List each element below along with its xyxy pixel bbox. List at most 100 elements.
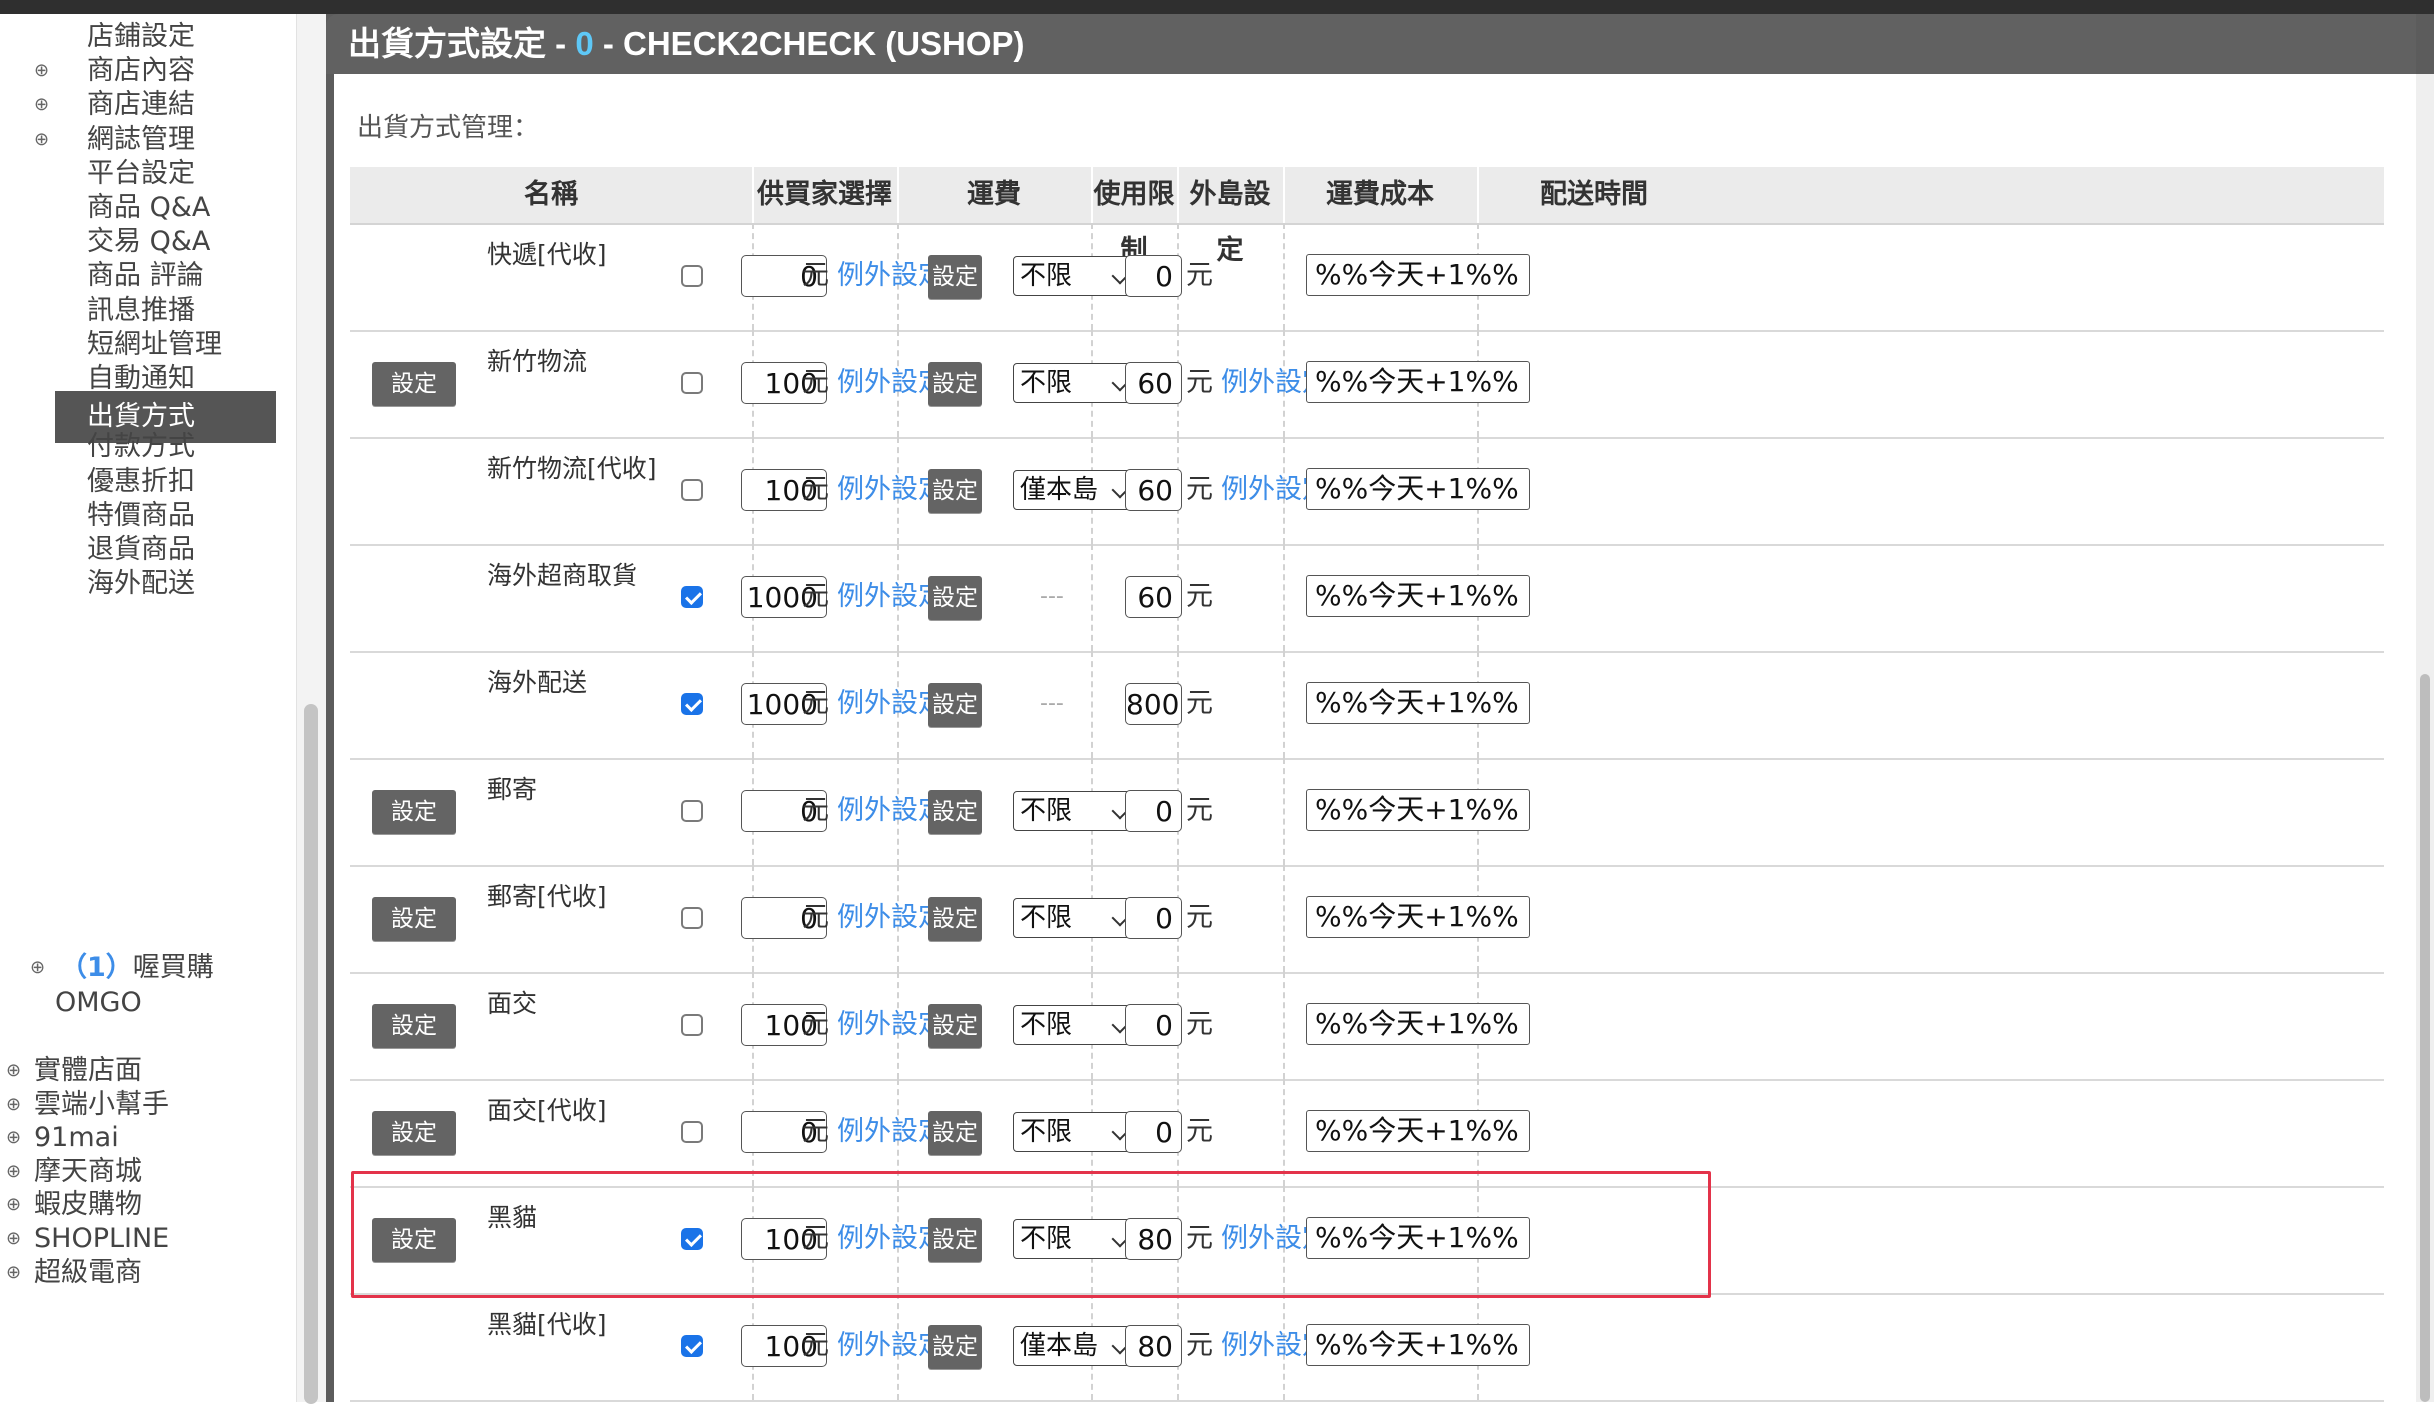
- island-setting-value: 不限: [1020, 1117, 1073, 1147]
- sidebar-item[interactable]: 商店連結: [87, 89, 195, 121]
- shipping-cost-input[interactable]: 0: [1125, 1004, 1182, 1046]
- page-title-suffix: - CHECK2CHECK (USHOP): [593, 25, 1025, 62]
- island-setting-select[interactable]: 僅本島: [1013, 470, 1135, 510]
- delivery-time-input[interactable]: %%今天+1%%: [1306, 468, 1530, 510]
- buyer-choice-checkbox[interactable]: [681, 1014, 703, 1036]
- island-setting-value: 僅本島: [1020, 475, 1099, 505]
- island-setting-select[interactable]: 不限: [1013, 256, 1135, 296]
- usage-limit-settings-button[interactable]: 設定: [928, 897, 982, 941]
- expand-plus-icon[interactable]: ⊕: [6, 1089, 21, 1121]
- page-title: 出貨方式設定 - 0 - CHECK2CHECK (USHOP): [348, 24, 1025, 64]
- island-setting-select[interactable]: 不限: [1013, 1005, 1135, 1045]
- island-setting-select[interactable]: 不限: [1013, 363, 1135, 403]
- sidebar-item[interactable]: 優惠折扣: [87, 466, 195, 498]
- expand-plus-icon[interactable]: ⊕: [34, 55, 49, 87]
- sidebar-item-omgo[interactable]: （1）喔買購: [60, 952, 214, 984]
- usage-limit-settings-button[interactable]: 設定: [928, 469, 982, 513]
- delivery-time-input[interactable]: %%今天+1%%: [1306, 682, 1530, 724]
- sidebar-item[interactable]: 特價商品: [87, 500, 195, 532]
- usage-limit-settings-button[interactable]: 設定: [928, 255, 982, 299]
- usage-limit-settings-button[interactable]: 設定: [928, 1004, 982, 1048]
- island-setting-value: 不限: [1020, 796, 1073, 826]
- sidebar-group[interactable]: 實體店面: [34, 1055, 142, 1087]
- usage-limit-settings-button[interactable]: 設定: [928, 683, 982, 727]
- shipping-cost-input[interactable]: 60: [1125, 362, 1182, 404]
- buyer-choice-checkbox[interactable]: [681, 372, 703, 394]
- usage-limit-settings-button[interactable]: 設定: [928, 362, 982, 406]
- sidebar-group[interactable]: 摩天商城: [34, 1156, 142, 1188]
- delivery-time-input[interactable]: %%今天+1%%: [1306, 1003, 1530, 1045]
- sidebar-item[interactable]: 商品 評論: [87, 260, 204, 292]
- island-setting-select[interactable]: 不限: [1013, 791, 1135, 831]
- row-settings-button[interactable]: 設定: [372, 1111, 456, 1155]
- buyer-choice-checkbox[interactable]: [681, 586, 703, 608]
- sidebar-item[interactable]: 網誌管理: [87, 124, 195, 156]
- buyer-choice-checkbox[interactable]: [681, 265, 703, 287]
- expand-plus-icon[interactable]: ⊕: [6, 1122, 21, 1154]
- row-settings-button[interactable]: 設定: [372, 790, 456, 834]
- sidebar-item[interactable]: 付款方式: [87, 431, 195, 463]
- shipping-cost-input[interactable]: 60: [1125, 576, 1182, 618]
- shipping-cost-input[interactable]: 0: [1125, 790, 1182, 832]
- sidebar-item[interactable]: 海外配送: [87, 568, 195, 600]
- sidebar-scrollbar[interactable]: [296, 14, 327, 1404]
- expand-plus-icon[interactable]: ⊕: [34, 124, 49, 156]
- island-setting-select[interactable]: 不限: [1013, 898, 1135, 938]
- delivery-time-input[interactable]: %%今天+1%%: [1306, 789, 1530, 831]
- island-setting-select[interactable]: 僅本島: [1013, 1326, 1135, 1366]
- sidebar-item[interactable]: 商店內容: [87, 55, 195, 87]
- expand-plus-icon[interactable]: ⊕: [6, 1223, 21, 1255]
- delivery-time-input[interactable]: %%今天+1%%: [1306, 575, 1530, 617]
- island-setting-select[interactable]: 不限: [1013, 1112, 1135, 1152]
- shipping-cost-input[interactable]: 0: [1125, 897, 1182, 939]
- sidebar-group[interactable]: SHOPLINE: [34, 1223, 169, 1255]
- shipping-cost-input[interactable]: 0: [1125, 1111, 1182, 1153]
- delivery-time-input[interactable]: %%今天+1%%: [1306, 896, 1530, 938]
- sidebar-item[interactable]: 訊息推播: [87, 295, 195, 327]
- table-header: 名稱 供買家選擇 運費 使用限制 外島設定 運費成本 配送時間: [350, 167, 2384, 266]
- expand-plus-icon[interactable]: ⊕: [6, 1189, 21, 1221]
- row-settings-button[interactable]: 設定: [372, 362, 456, 406]
- expand-plus-icon[interactable]: ⊕: [6, 1156, 21, 1188]
- usage-limit-settings-button[interactable]: 設定: [928, 576, 982, 620]
- row-settings-button[interactable]: 設定: [372, 897, 456, 941]
- sidebar-item[interactable]: 商品 Q&A: [87, 192, 210, 224]
- buyer-choice-checkbox[interactable]: [681, 800, 703, 822]
- expand-plus-icon[interactable]: ⊕: [30, 952, 45, 984]
- usage-limit-settings-button[interactable]: 設定: [928, 790, 982, 834]
- usage-limit-settings-button[interactable]: 設定: [928, 1325, 982, 1369]
- buyer-choice-checkbox[interactable]: [681, 907, 703, 929]
- buyer-choice-checkbox[interactable]: [681, 479, 703, 501]
- sidebar-item[interactable]: 退貨商品: [87, 534, 195, 566]
- shipping-cost-input[interactable]: 0: [1125, 255, 1182, 297]
- main-scrollbar-thumb[interactable]: [2420, 674, 2430, 1402]
- usage-limit-settings-button[interactable]: 設定: [928, 1111, 982, 1155]
- sidebar-group[interactable]: 91mai: [34, 1122, 119, 1154]
- expand-plus-icon[interactable]: ⊕: [6, 1055, 21, 1087]
- buyer-choice-checkbox[interactable]: [681, 693, 703, 715]
- expand-plus-icon[interactable]: ⊕: [34, 89, 49, 121]
- sidebar-item[interactable]: 交易 Q&A: [87, 226, 210, 258]
- page-title-count: 0: [575, 25, 594, 62]
- sidebar-group[interactable]: 超級電商: [34, 1257, 142, 1289]
- sidebar-item[interactable]: 短網址管理: [87, 329, 222, 361]
- shipping-cost-input[interactable]: 800: [1125, 683, 1182, 725]
- sidebar-group[interactable]: 蝦皮購物: [34, 1189, 142, 1221]
- fee-unit-label: 元: [802, 902, 829, 933]
- sidebar-group[interactable]: 雲端小幫手: [34, 1089, 169, 1121]
- sidebar-item[interactable]: 平台設定: [87, 158, 195, 190]
- delivery-time-input[interactable]: %%今天+1%%: [1306, 254, 1530, 296]
- main-scrollbar[interactable]: [2416, 74, 2434, 1402]
- delivery-time-input[interactable]: %%今天+1%%: [1306, 1110, 1530, 1152]
- shipping-cost-input[interactable]: 80: [1125, 1325, 1182, 1367]
- buyer-choice-checkbox[interactable]: [681, 1121, 703, 1143]
- shipping-cost-input[interactable]: 60: [1125, 469, 1182, 511]
- row-settings-button[interactable]: 設定: [372, 1004, 456, 1048]
- delivery-time-input[interactable]: %%今天+1%%: [1306, 361, 1530, 403]
- sidebar-item[interactable]: 店鋪設定: [87, 21, 195, 53]
- expand-plus-icon[interactable]: ⊕: [6, 1257, 21, 1289]
- column-header-name: 名稱: [350, 167, 754, 223]
- buyer-choice-checkbox[interactable]: [681, 1335, 703, 1357]
- delivery-time-input[interactable]: %%今天+1%%: [1306, 1324, 1530, 1366]
- sidebar-scrollbar-thumb[interactable]: [304, 704, 318, 1404]
